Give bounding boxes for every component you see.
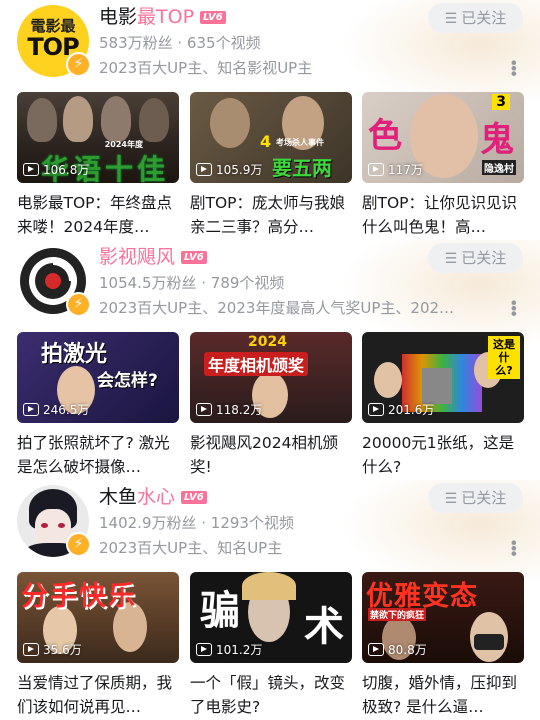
video-card[interactable]: 2024 年度相机颁奖 118.2万 影视飓风2024相机颁奖! [190, 332, 352, 479]
up-tags: 2023百大UP主、知名影视UP主 [99, 59, 313, 77]
up-name[interactable]: 电影最TOP LV6 [99, 4, 226, 30]
verified-icon: ⚡ [66, 292, 91, 317]
up-card-1: 電影最 TOP ⚡ 电影最TOP LV6 583万粉丝 · 635个视频 2023… [0, 0, 540, 240]
verified-icon: ⚡ [66, 52, 91, 77]
up-stats: 1402.9万粉丝 · 1293个视频 [99, 514, 294, 532]
play-count: 105.9万 [196, 161, 262, 178]
video-thumbnail[interactable]: 这是什么? 201.6万 [362, 332, 524, 423]
video-title[interactable]: 一个「假」镜头，改变了电影史? [190, 671, 352, 719]
play-count: 101.2万 [196, 641, 262, 658]
video-thumbnail[interactable]: 分手快乐 35.6万 [17, 572, 179, 663]
follow-button[interactable]: ☰ 已关注 [428, 3, 523, 33]
video-title[interactable]: 20000元1张纸，这是什么? [362, 431, 524, 479]
up-stats: 1054.5万粉丝 · 789个视频 [99, 274, 285, 292]
play-count: 246.5万 [23, 401, 89, 418]
video-title[interactable]: 拍了张照就坏了? 激光是怎么破坏摄像… [17, 431, 179, 479]
more-options-icon[interactable]: ••• [504, 538, 523, 554]
play-icon [23, 403, 39, 416]
video-card[interactable]: 这是什么? 201.6万 20000元1张纸，这是什么? [362, 332, 524, 479]
play-icon [196, 643, 212, 656]
menu-icon: ☰ [444, 250, 458, 266]
level-badge: LV6 [181, 251, 207, 264]
video-thumbnail[interactable]: 优雅变态 禁欲下的疯狂 80.8万 [362, 572, 524, 663]
play-icon [368, 403, 384, 416]
play-count: 118.2万 [196, 401, 262, 418]
up-tags: 2023百大UP主、知名UP主 [99, 539, 283, 557]
play-icon [368, 643, 384, 656]
video-thumbnail[interactable]: 拍激光 会怎样? 246.5万 [17, 332, 179, 423]
up-tags: 2023百大UP主、2023年度最高人气奖UP主、202… [99, 299, 455, 317]
video-thumbnail[interactable]: 2024年度 华语十佳 106.8万 [17, 92, 179, 183]
video-title[interactable]: 电影最TOP：年终盘点来喽！2024年度… [17, 191, 179, 239]
video-title[interactable]: 剧TOP：庞太师与我娘亲二三事？高分… [190, 191, 352, 239]
play-icon [196, 163, 212, 176]
up-card-3: ⚡ 木鱼水心 LV6 1402.9万粉丝 · 1293个视频 2023百大UP主、… [0, 480, 540, 720]
play-count: 106.8万 [23, 161, 89, 178]
video-card[interactable]: 拍激光 会怎样? 246.5万 拍了张照就坏了? 激光是怎么破坏摄像… [17, 332, 179, 479]
play-icon [196, 403, 212, 416]
video-thumbnail[interactable]: 4 考场杀人事件 要五两 105.9万 [190, 92, 352, 183]
video-title[interactable]: 当爱情过了保质期，我们该如何说再见… [17, 671, 179, 719]
follow-button[interactable]: ☰ 已关注 [428, 483, 523, 513]
play-icon [23, 163, 39, 176]
play-count: 117万 [368, 161, 423, 178]
video-title[interactable]: 剧TOP：让你见识见识什么叫色鬼！高… [362, 191, 524, 239]
video-card[interactable]: 色 鬼 3 隐逸村 117万 剧TOP：让你见识见识什么叫色鬼！高… [362, 92, 524, 239]
more-options-icon[interactable]: ••• [504, 58, 523, 74]
play-count: 201.6万 [368, 401, 434, 418]
up-stats: 583万粉丝 · 635个视频 [99, 34, 261, 52]
video-thumbnail[interactable]: 色 鬼 3 隐逸村 117万 [362, 92, 524, 183]
verified-icon: ⚡ [66, 532, 91, 557]
video-thumbnail[interactable]: 2024 年度相机颁奖 118.2万 [190, 332, 352, 423]
video-title[interactable]: 切腹，婚外情，压抑到极致? 是什么逼… [362, 671, 524, 719]
up-name[interactable]: 影视飓风 LV6 [99, 244, 207, 270]
menu-icon: ☰ [444, 10, 458, 26]
video-card[interactable]: 2024年度 华语十佳 106.8万 电影最TOP：年终盘点来喽！2024年度… [17, 92, 179, 239]
video-card[interactable]: 优雅变态 禁欲下的疯狂 80.8万 切腹，婚外情，压抑到极致? 是什么逼… [362, 572, 524, 719]
video-card[interactable]: 分手快乐 35.6万 当爱情过了保质期，我们该如何说再见… [17, 572, 179, 719]
up-card-2: ⚡ 影视飓风 LV6 1054.5万粉丝 · 789个视频 2023百大UP主、2… [0, 240, 540, 480]
play-count: 35.6万 [23, 641, 82, 658]
video-title[interactable]: 影视飓风2024相机颁奖! [190, 431, 352, 479]
play-icon [23, 643, 39, 656]
more-options-icon[interactable]: ••• [504, 298, 523, 314]
level-badge: LV6 [181, 491, 207, 504]
follow-button[interactable]: ☰ 已关注 [428, 243, 523, 273]
video-card[interactable]: 骗 术 101.2万 一个「假」镜头，改变了电影史? [190, 572, 352, 719]
menu-icon: ☰ [444, 490, 458, 506]
video-thumbnail[interactable]: 骗 术 101.2万 [190, 572, 352, 663]
play-icon [368, 163, 384, 176]
play-count: 80.8万 [368, 641, 427, 658]
level-badge: LV6 [200, 11, 226, 24]
up-name[interactable]: 木鱼水心 LV6 [99, 484, 207, 510]
video-card[interactable]: 4 考场杀人事件 要五两 105.9万 剧TOP：庞太师与我娘亲二三事？高分… [190, 92, 352, 239]
